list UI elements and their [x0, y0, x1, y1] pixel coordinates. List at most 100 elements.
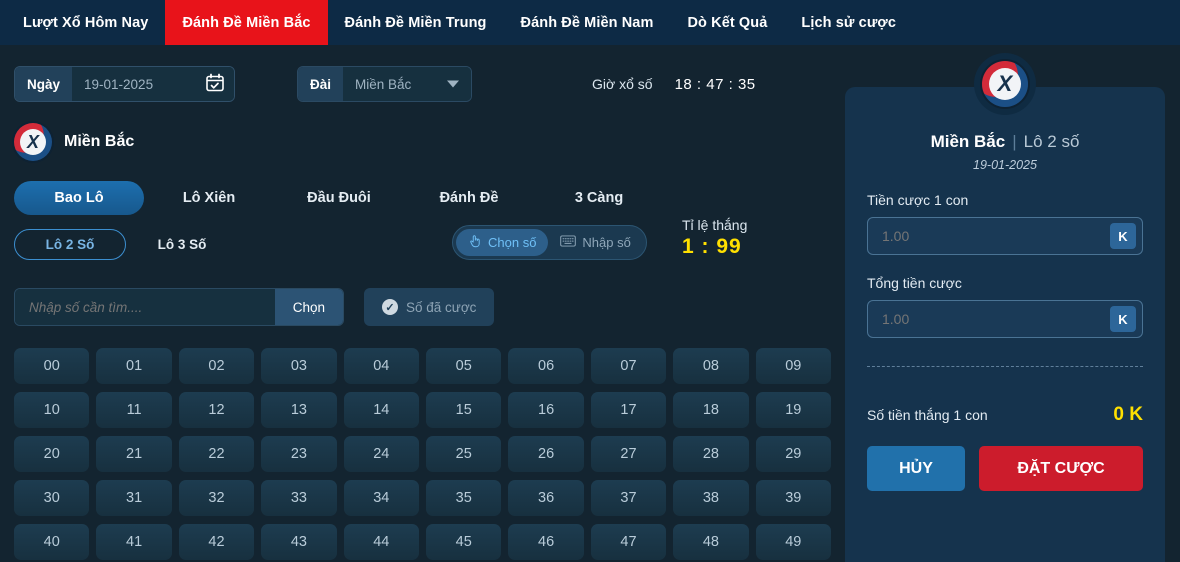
calendar-icon[interactable]: [205, 73, 225, 96]
number-cell-25[interactable]: 25: [426, 436, 502, 472]
nav-item-north-lottery[interactable]: Đánh Đề Miền Bắc: [165, 0, 328, 45]
number-cell-10[interactable]: 10: [14, 392, 90, 428]
number-cell-49[interactable]: 49: [755, 524, 831, 560]
number-cell-09[interactable]: 09: [755, 348, 831, 384]
place-bet-button[interactable]: ĐẶT CƯỢC: [979, 446, 1143, 491]
number-cell-35[interactable]: 35: [426, 480, 502, 516]
mode-label: Chọn số: [488, 235, 537, 250]
stake-input[interactable]: [882, 228, 1110, 244]
number-cell-43[interactable]: 43: [261, 524, 337, 560]
number-cell-31[interactable]: 31: [96, 480, 172, 516]
number-cell-15[interactable]: 15: [426, 392, 502, 428]
number-cell-32[interactable]: 32: [178, 480, 255, 516]
station-select-value[interactable]: Miền Bắc: [343, 67, 472, 101]
date-field[interactable]: Ngày 19-01-2025: [14, 66, 236, 102]
search-input[interactable]: [15, 289, 275, 325]
bet-type-label: Bao Lô: [54, 190, 104, 206]
station-select[interactable]: Đài Miền Bắc: [297, 66, 473, 102]
total-unit-label: K: [1118, 311, 1128, 327]
stake-label: Tiền cược 1 con: [867, 192, 969, 208]
number-cell-03[interactable]: 03: [261, 348, 337, 384]
date-field-label: Ngày: [15, 67, 73, 101]
number-cell-28[interactable]: 28: [673, 436, 749, 472]
bet-type-danh-de[interactable]: Đánh Đề: [404, 181, 534, 215]
number-cell-45[interactable]: 45: [426, 524, 502, 560]
bet-slip-region: Miền Bắc: [930, 132, 1006, 151]
number-cell-23[interactable]: 23: [261, 436, 337, 472]
number-cell-39[interactable]: 39: [755, 480, 831, 516]
chevron-down-icon[interactable]: [447, 80, 460, 88]
number-cell-44[interactable]: 44: [343, 524, 419, 560]
number-cell-29[interactable]: 29: [755, 436, 831, 472]
number-cell-41[interactable]: 41: [96, 524, 172, 560]
total-stake-unit-button[interactable]: K: [1110, 306, 1136, 332]
sub-tab-lo-2-so[interactable]: Lô 2 Số: [14, 228, 126, 260]
win-ratio-label: Tỉ lệ thắng: [682, 217, 748, 233]
number-cell-40[interactable]: 40: [14, 524, 90, 560]
cancel-button[interactable]: HỦY: [867, 446, 965, 491]
number-cell-18[interactable]: 18: [673, 392, 749, 428]
number-cell-14[interactable]: 14: [343, 392, 419, 428]
mode-label: Nhập số: [582, 235, 631, 250]
number-cell-11[interactable]: 11: [96, 392, 172, 428]
number-cell-30[interactable]: 30: [14, 480, 90, 516]
panel-divider: [867, 366, 1143, 367]
number-cell-47[interactable]: 47: [590, 524, 667, 560]
mode-type-number[interactable]: Nhập số: [548, 229, 642, 256]
placed-numbers-button[interactable]: ✓ Số đã cược: [364, 288, 495, 326]
number-cell-26[interactable]: 26: [508, 436, 584, 472]
bet-type-dau-duoi[interactable]: Đầu Đuôi: [274, 181, 404, 215]
number-cell-24[interactable]: 24: [343, 436, 419, 472]
bet-type-label: Đánh Đề: [439, 190, 499, 206]
nav-item-today-draws[interactable]: Lượt Xổ Hôm Nay: [6, 0, 165, 45]
number-cell-27[interactable]: 27: [590, 436, 667, 472]
nav-item-check-results[interactable]: Dò Kết Quả: [670, 0, 784, 45]
number-cell-42[interactable]: 42: [178, 524, 255, 560]
bet-type-label: Đầu Đuôi: [307, 190, 371, 206]
bet-slip-date: 19-01-2025: [973, 158, 1037, 172]
mode-pick-number[interactable]: Chọn số: [456, 229, 549, 256]
win-amount-value: 0 K: [1113, 404, 1143, 425]
panel-logo-wrap: X: [974, 53, 1036, 115]
total-stake-input[interactable]: [882, 311, 1110, 327]
right-column: X Miền Bắc | Lô 2 số 19-01-2025 Tiền cược …: [845, 45, 1180, 562]
bet-type-lo-xien[interactable]: Lô Xiên: [144, 181, 274, 215]
number-cell-33[interactable]: 33: [261, 480, 337, 516]
number-cell-22[interactable]: 22: [178, 436, 255, 472]
number-cell-36[interactable]: 36: [508, 480, 584, 516]
number-cell-06[interactable]: 06: [508, 348, 584, 384]
station-text: Miền Bắc: [355, 76, 412, 92]
nav-item-central-lottery[interactable]: Đánh Đề Miền Trung: [328, 0, 504, 45]
number-cell-37[interactable]: 37: [590, 480, 667, 516]
number-cell-07[interactable]: 07: [590, 348, 667, 384]
number-cell-46[interactable]: 46: [508, 524, 584, 560]
stake-unit-button[interactable]: K: [1110, 223, 1136, 249]
search-select-button[interactable]: Chọn: [274, 289, 343, 325]
input-mode-toggle: Chọn số Nhập số: [452, 225, 647, 260]
total-stake-field[interactable]: K: [867, 300, 1143, 338]
number-cell-08[interactable]: 08: [673, 348, 749, 384]
number-cell-20[interactable]: 20: [14, 436, 90, 472]
date-field-value[interactable]: 19-01-2025: [72, 67, 235, 101]
number-cell-00[interactable]: 00: [14, 348, 90, 384]
number-cell-34[interactable]: 34: [343, 480, 419, 516]
number-cell-19[interactable]: 19: [755, 392, 831, 428]
sub-tab-lo-3-so[interactable]: Lô 3 Số: [126, 230, 238, 259]
bet-type-3-cang[interactable]: 3 Càng: [534, 181, 664, 215]
number-cell-12[interactable]: 12: [178, 392, 255, 428]
number-cell-48[interactable]: 48: [673, 524, 749, 560]
stake-field[interactable]: K: [867, 217, 1143, 255]
number-cell-01[interactable]: 01: [96, 348, 172, 384]
nav-item-south-lottery[interactable]: Đánh Đề Miền Nam: [504, 0, 671, 45]
number-cell-13[interactable]: 13: [261, 392, 337, 428]
number-cell-38[interactable]: 38: [673, 480, 749, 516]
number-cell-16[interactable]: 16: [508, 392, 584, 428]
left-column: Ngày 19-01-2025 Đài Miền Bắc Giờ xổ số 1…: [0, 45, 845, 562]
number-cell-21[interactable]: 21: [96, 436, 172, 472]
number-cell-17[interactable]: 17: [590, 392, 667, 428]
bet-type-bao-lo[interactable]: Bao Lô: [14, 181, 144, 215]
number-cell-05[interactable]: 05: [426, 348, 502, 384]
number-cell-02[interactable]: 02: [178, 348, 255, 384]
number-cell-04[interactable]: 04: [343, 348, 419, 384]
nav-item-bet-history[interactable]: Lịch sử cược: [784, 0, 913, 45]
